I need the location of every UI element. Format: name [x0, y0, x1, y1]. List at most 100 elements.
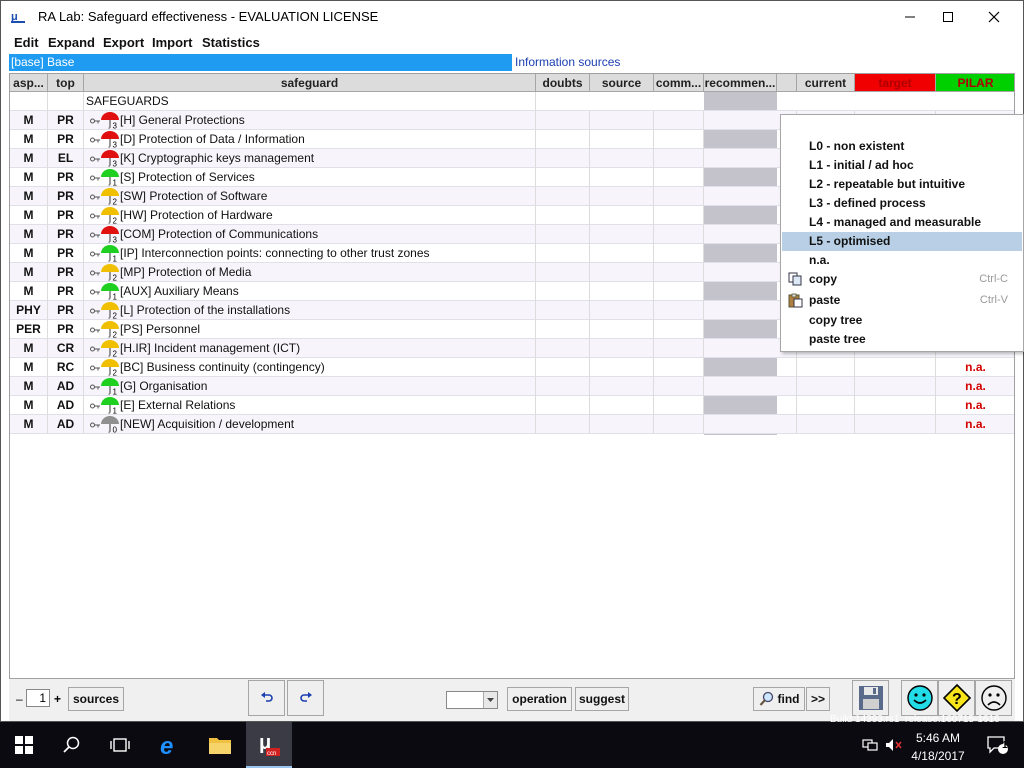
safeguard-cell[interactable]: 0 [NEW] Acquisition / development — [84, 415, 536, 434]
table-row[interactable]: M AD 1 [G] Organisation n.a. — [10, 377, 1014, 396]
top-cell[interactable]: RC — [48, 358, 84, 377]
aspect-cell[interactable]: M — [10, 130, 48, 149]
context-menu-item[interactable]: L5 - optimised — [782, 232, 1022, 251]
happy-button[interactable] — [901, 680, 938, 716]
doubts-cell[interactable] — [536, 377, 590, 396]
aspect-cell[interactable]: M — [10, 244, 48, 263]
aspect-cell[interactable]: M — [10, 111, 48, 130]
safeguard-cell[interactable]: 2 [PS] Personnel — [84, 320, 536, 339]
context-menu-item[interactable]: L4 - managed and measurable — [782, 213, 1022, 232]
search-button[interactable] — [48, 722, 96, 768]
more-button[interactable]: >> — [806, 687, 830, 711]
comments-cell[interactable] — [654, 187, 704, 206]
safeguard-cell[interactable]: 1 [S] Protection of Services — [84, 168, 536, 187]
root-row[interactable]: SAFEGUARDS — [10, 92, 1014, 111]
comments-cell[interactable] — [654, 168, 704, 187]
aspect-cell[interactable]: M — [10, 225, 48, 244]
comments-cell[interactable] — [654, 244, 704, 263]
clock-date[interactable]: 4/18/2017 — [906, 749, 970, 763]
context-menu-item[interactable]: paste tree — [782, 330, 1022, 349]
base-selector[interactable]: [base] Base — [9, 54, 512, 71]
current-cell[interactable] — [797, 415, 855, 434]
source-cell[interactable] — [590, 263, 654, 282]
source-cell[interactable] — [590, 415, 654, 434]
operation-button[interactable]: operation — [507, 687, 572, 711]
context-menu-item[interactable]: L2 - repeatable but intuitive — [782, 175, 1022, 194]
source-cell[interactable] — [590, 168, 654, 187]
safeguard-cell[interactable]: 3 [COM] Protection of Communications — [84, 225, 536, 244]
current-cell[interactable] — [797, 396, 855, 415]
header-recommend[interactable]: recommen... — [704, 74, 777, 92]
current-cell[interactable] — [797, 377, 855, 396]
table-row[interactable]: M AD 1 [E] External Relations n.a. — [10, 396, 1014, 415]
doubts-cell[interactable] — [536, 301, 590, 320]
edge-taskbar-button[interactable]: e — [146, 722, 194, 768]
file-explorer-button[interactable] — [196, 722, 244, 768]
doubts-cell[interactable] — [536, 168, 590, 187]
page-number-input[interactable]: 1 — [26, 689, 50, 707]
aspect-cell[interactable]: M — [10, 377, 48, 396]
safeguard-cell[interactable]: 2 [BC] Business continuity (contingency) — [84, 358, 536, 377]
safeguard-cell[interactable]: 2 [H.IR] Incident management (ICT) — [84, 339, 536, 358]
menu-edit[interactable]: Edit — [14, 35, 39, 50]
comments-cell[interactable] — [654, 111, 704, 130]
level-dropdown[interactable] — [446, 691, 498, 709]
doubts-cell[interactable] — [536, 244, 590, 263]
target-cell[interactable] — [855, 396, 936, 415]
context-menu-item[interactable]: paste Ctrl-V — [782, 291, 1022, 310]
aspect-cell[interactable]: M — [10, 187, 48, 206]
target-cell[interactable] — [855, 358, 936, 377]
header-source[interactable]: source — [590, 74, 654, 92]
top-cell[interactable]: PR — [48, 320, 84, 339]
header-top[interactable]: top — [48, 74, 84, 92]
aspect-cell[interactable]: M — [10, 282, 48, 301]
comments-cell[interactable] — [654, 320, 704, 339]
close-button[interactable] — [971, 1, 1017, 32]
comments-cell[interactable] — [654, 339, 704, 358]
source-cell[interactable] — [590, 244, 654, 263]
action-center-button[interactable]: 1 — [978, 722, 1018, 768]
sources-button[interactable]: sources — [68, 687, 124, 711]
comments-cell[interactable] — [654, 149, 704, 168]
source-cell[interactable] — [590, 206, 654, 225]
context-menu-item[interactable]: L3 - defined process — [782, 194, 1022, 213]
doubts-cell[interactable] — [536, 206, 590, 225]
help-button[interactable]: ? — [938, 680, 975, 716]
aspect-cell[interactable]: M — [10, 358, 48, 377]
top-cell[interactable]: PR — [48, 225, 84, 244]
header-blank[interactable] — [777, 74, 797, 92]
source-cell[interactable] — [590, 396, 654, 415]
menu-export[interactable]: Export — [103, 35, 144, 50]
save-button[interactable] — [852, 680, 889, 716]
safeguard-cell[interactable]: 3 [H] General Protections — [84, 111, 536, 130]
doubts-cell[interactable] — [536, 130, 590, 149]
doubts-cell[interactable] — [536, 282, 590, 301]
source-cell[interactable] — [590, 301, 654, 320]
pilar-cell[interactable]: n.a. — [936, 377, 1014, 396]
doubts-cell[interactable] — [536, 187, 590, 206]
top-cell[interactable]: PR — [48, 206, 84, 225]
source-cell[interactable] — [590, 111, 654, 130]
title-bar[interactable]: μ RA Lab: Safeguard effectiveness - EVAL… — [1, 1, 1023, 32]
header-comments[interactable]: comm... — [654, 74, 704, 92]
top-cell[interactable]: EL — [48, 149, 84, 168]
safeguard-cell[interactable]: 1 [G] Organisation — [84, 377, 536, 396]
source-cell[interactable] — [590, 130, 654, 149]
menu-import[interactable]: Import — [152, 35, 192, 50]
header-doubts[interactable]: doubts — [536, 74, 590, 92]
context-menu-item[interactable]: copy tree — [782, 311, 1022, 330]
aspect-cell[interactable]: M — [10, 206, 48, 225]
context-menu-item[interactable]: copy Ctrl-C — [782, 270, 1022, 289]
header-pilar[interactable]: PILAR — [936, 74, 1014, 92]
comments-cell[interactable] — [654, 377, 704, 396]
comments-cell[interactable] — [654, 263, 704, 282]
header-target[interactable]: target — [855, 74, 936, 92]
context-menu-item[interactable]: L1 - initial / ad hoc — [782, 156, 1022, 175]
information-sources-link[interactable]: Information sources — [515, 54, 620, 71]
top-cell[interactable]: PR — [48, 168, 84, 187]
aspect-cell[interactable]: PER — [10, 320, 48, 339]
safeguard-cell[interactable]: 1 [AUX] Auxiliary Means — [84, 282, 536, 301]
task-view-button[interactable] — [96, 722, 144, 768]
menu-statistics[interactable]: Statistics — [202, 35, 260, 50]
comments-cell[interactable] — [654, 282, 704, 301]
